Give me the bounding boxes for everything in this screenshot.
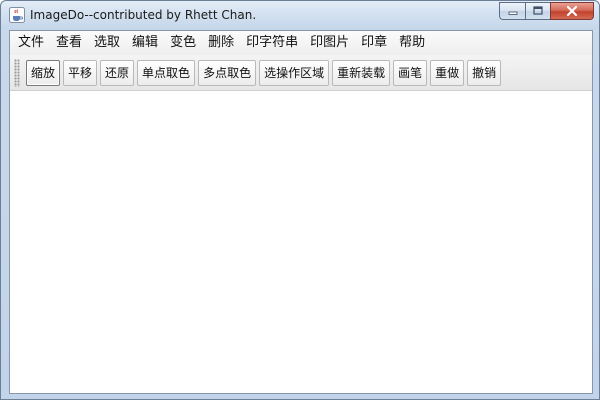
client-area: 文件 查看 选取 编辑 变色 删除 印字符串 印图片 印章 帮助 缩放 平移 还… <box>9 30 593 394</box>
multi-point-color-pick-button[interactable]: 多点取色 <box>198 59 257 86</box>
menu-stamp[interactable]: 印章 <box>355 31 393 55</box>
menu-view[interactable]: 查看 <box>50 31 88 55</box>
menu-print-string[interactable]: 印字符串 <box>240 31 304 55</box>
select-area-button[interactable]: 选操作区域 <box>259 59 330 86</box>
maximize-icon <box>533 6 543 15</box>
menu-help[interactable]: 帮助 <box>393 31 431 55</box>
pan-button[interactable]: 平移 <box>63 59 98 86</box>
menu-file[interactable]: 文件 <box>12 31 50 55</box>
close-button[interactable] <box>550 2 594 20</box>
close-icon <box>566 5 578 17</box>
toolbar-grip-handle[interactable] <box>14 58 20 87</box>
menu-bar: 文件 查看 选取 编辑 变色 删除 印字符串 印图片 印章 帮助 <box>10 31 592 55</box>
menu-delete[interactable]: 删除 <box>202 31 240 55</box>
undo-button[interactable]: 撤销 <box>467 59 502 86</box>
window-controls <box>499 2 594 21</box>
java-cup-icon[interactable] <box>9 7 25 23</box>
zoom-button[interactable]: 缩放 <box>26 59 61 86</box>
title-bar[interactable]: ImageDo--contributed by Rhett Chan. <box>1 1 599 30</box>
brush-button[interactable]: 画笔 <box>393 59 428 86</box>
menu-select[interactable]: 选取 <box>88 31 126 55</box>
window-title: ImageDo--contributed by Rhett Chan. <box>30 8 257 22</box>
app-window: ImageDo--contributed by Rhett Chan. 文件 查… <box>0 0 600 400</box>
reload-button[interactable]: 重新装载 <box>332 59 391 86</box>
minimize-icon <box>508 11 517 15</box>
single-point-color-pick-button[interactable]: 单点取色 <box>137 59 196 86</box>
restore-button[interactable]: 还原 <box>100 59 135 86</box>
menu-recolor[interactable]: 变色 <box>164 31 202 55</box>
image-canvas[interactable] <box>10 92 592 393</box>
redo-button[interactable]: 重做 <box>430 59 465 86</box>
minimize-button[interactable] <box>499 2 525 20</box>
menu-print-image[interactable]: 印图片 <box>304 31 355 55</box>
menu-edit[interactable]: 编辑 <box>126 31 164 55</box>
maximize-button[interactable] <box>525 2 550 20</box>
toolbar: 缩放 平移 还原 单点取色 多点取色 选操作区域 重新装载 画笔 重做 撤销 <box>10 55 592 91</box>
